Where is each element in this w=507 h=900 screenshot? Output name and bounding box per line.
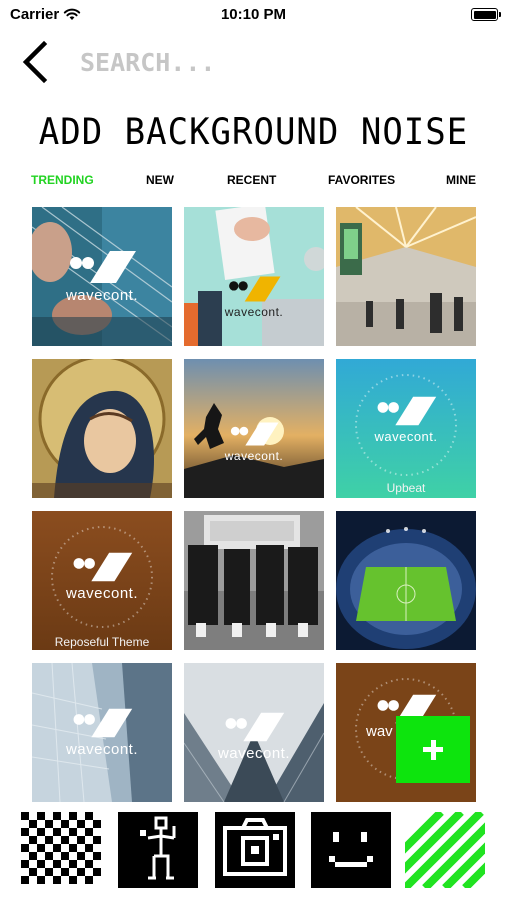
logo-text: wavecont.: [224, 449, 284, 463]
sound-tile-skyscrapers[interactable]: wavecont.: [184, 663, 324, 802]
wavecont-logo-icon: [70, 251, 136, 283]
battery-icon: [471, 8, 501, 21]
checkerboard-icon[interactable]: [21, 812, 101, 888]
sound-tile-reposeful[interactable]: wavecont. Reposeful Theme: [32, 511, 172, 650]
tile-caption: Upbeat: [386, 481, 426, 495]
coffin-dance-image: [184, 511, 324, 650]
sound-tile-airport[interactable]: [336, 207, 476, 346]
sound-tile-stadium[interactable]: [336, 511, 476, 650]
tab-trending[interactable]: TRENDING: [31, 173, 94, 187]
wavecont-logo-icon: [73, 552, 133, 582]
wavecont-logo-icon: [377, 396, 437, 426]
wavecont-logo: wavecont.: [336, 395, 476, 444]
add-button[interactable]: [396, 716, 470, 783]
pixel-person-icon[interactable]: [118, 812, 198, 888]
logo-text: wavecont.: [224, 305, 284, 319]
wavecont-logo: wavecont.: [184, 711, 324, 762]
tab-recent[interactable]: RECENT: [227, 173, 276, 187]
wavecont-logo: wavecont.: [32, 551, 172, 602]
sound-tile-coffin[interactable]: [184, 511, 324, 650]
wavecont-logo-icon: [225, 712, 285, 742]
category-tabs: TRENDING NEW RECENT FAVORITES MINE: [0, 173, 507, 189]
tile-caption: Reposeful Theme: [54, 635, 150, 649]
logo-text: wavecont.: [217, 745, 291, 762]
airport-image: [336, 207, 476, 346]
pixel-smiley-icon[interactable]: [311, 812, 391, 888]
status-bar: Carrier 10:10 PM: [0, 0, 507, 30]
stadium-image: [336, 511, 476, 650]
logo-text: wav: [366, 723, 393, 740]
wavecont-logo: wavecont.: [184, 421, 324, 463]
bottom-toolbar: [0, 808, 507, 892]
logo-text: wavecont.: [374, 429, 438, 444]
stripes-icon[interactable]: [405, 812, 485, 888]
tab-mine[interactable]: MINE: [446, 173, 476, 187]
sound-tile-guitar[interactable]: wavecont.: [32, 207, 172, 346]
logo-text: wavecont.: [65, 585, 139, 602]
wavecont-logo-icon: [230, 422, 279, 446]
logo-text: wavecont.: [65, 741, 139, 758]
wavecont-logo-icon: [73, 708, 133, 738]
sound-tile-sunset[interactable]: wavecont.: [184, 359, 324, 498]
wavecont-logo-icon: [229, 276, 281, 302]
page-title: ADD BACKGROUND NOISE: [38, 110, 469, 154]
search-input[interactable]: [70, 42, 460, 82]
wavecont-logo: wavecont.: [184, 275, 324, 319]
sound-tile-glass-building[interactable]: wavecont.: [32, 663, 172, 802]
wavecont-logo: wavecont.: [32, 707, 172, 758]
chevron-left-icon[interactable]: [18, 40, 52, 84]
sound-tile-upbeat[interactable]: wavecont. Upbeat: [336, 359, 476, 498]
wavecont-logo: wavecont.: [32, 249, 172, 304]
tab-new[interactable]: NEW: [146, 173, 174, 187]
logo-text: wavecont.: [65, 287, 139, 304]
tab-favorites[interactable]: FAVORITES: [328, 173, 395, 187]
sound-tile-painting[interactable]: [32, 359, 172, 498]
sound-tile-desk[interactable]: wavecont.: [184, 207, 324, 346]
clock: 10:10 PM: [220, 6, 287, 23]
painting-image: [32, 359, 172, 498]
pixel-camera-icon[interactable]: [215, 812, 295, 888]
